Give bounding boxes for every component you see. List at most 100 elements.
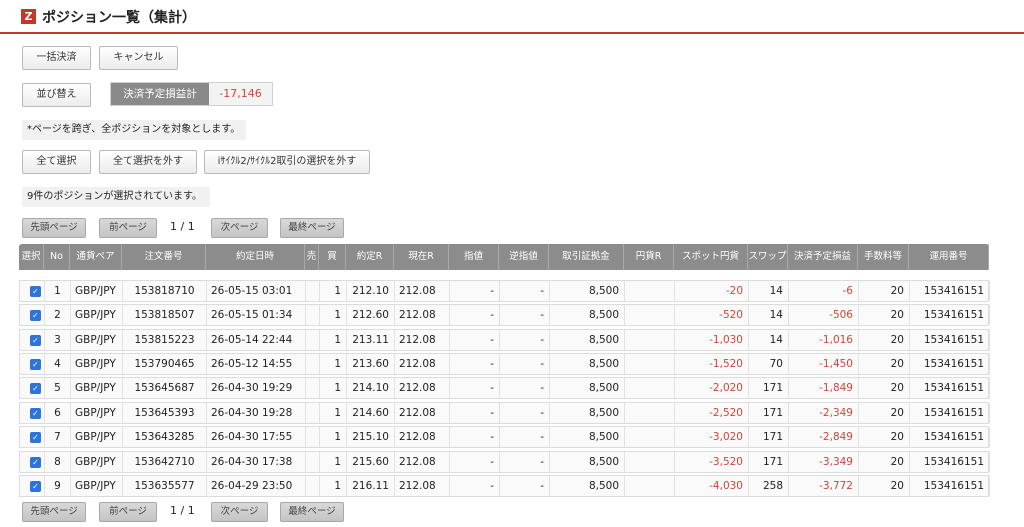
- column-header-no: No: [44, 244, 70, 270]
- column-header-select: 選択: [19, 244, 44, 270]
- cell-current-rate: 212.08: [395, 427, 450, 447]
- row-checkbox[interactable]: ✓: [30, 432, 41, 443]
- row-checkbox[interactable]: ✓: [30, 310, 41, 321]
- cell-datetime: 26-04-30 19:29: [207, 378, 306, 398]
- row-checkbox[interactable]: ✓: [30, 481, 41, 492]
- bulk-settle-button[interactable]: 一括決済: [22, 46, 91, 70]
- table-header: 選択 No 通貨ペア 注文番号 約定日時売買約定R 現在R 指値 逆指値 取引証拠金 円貨R スポッ…: [19, 244, 989, 270]
- cell-swap: 14: [749, 281, 789, 301]
- cell-settlement-pl: -1,849: [789, 378, 859, 398]
- row-checkbox[interactable]: ✓: [30, 383, 41, 394]
- cross-page-notice: *ページを跨ぎ、全ポジションを対象とします。: [22, 120, 246, 140]
- row-select-cell: ✓: [20, 476, 45, 496]
- row-checkbox[interactable]: ✓: [30, 408, 41, 419]
- cell-order-number: 153635577: [123, 476, 207, 496]
- cell-datetime: 26-05-15 01:34: [207, 305, 306, 325]
- cell-sell: [306, 281, 320, 301]
- cell-fill-rate: 213.11: [347, 330, 395, 350]
- first-page-button[interactable]: 先頭ページ: [22, 218, 86, 238]
- cell-spot-yen: -20: [675, 281, 749, 301]
- table-row[interactable]: ✓ 4 GBP/JPY 153790465 26-05-12 14:55 1 213.60 2…: [19, 353, 990, 375]
- prev-page-button-bottom[interactable]: 前ページ: [99, 502, 157, 522]
- table-row[interactable]: ✓ 9 GBP/JPY 153635577 26-04-29 23:50 1 216.11 2…: [19, 475, 990, 497]
- cell-pair: GBP/JPY: [71, 403, 123, 423]
- table-row[interactable]: ✓ 6 GBP/JPY 153645393 26-04-30 19:28 1 214.60 2…: [19, 402, 990, 424]
- row-checkbox[interactable]: ✓: [30, 359, 41, 370]
- cell-datetime: 26-04-30 17:38: [207, 452, 306, 472]
- row-select-cell: ✓: [20, 452, 45, 472]
- table-row[interactable]: ✓ 8 GBP/JPY 153642710 26-04-30 17:38 1 215.60 2…: [19, 451, 990, 473]
- table-row[interactable]: ✓ 1 GBP/JPY 153818710 26-05-15 03:01 1 212.10 2…: [19, 280, 990, 302]
- cell-order-number: 153645687: [123, 378, 207, 398]
- cell-stop: -: [500, 403, 550, 423]
- cell-no: 7: [45, 427, 71, 447]
- cell-order-number: 153642710: [123, 452, 207, 472]
- table-row[interactable]: ✓ 2 GBP/JPY 153818507 26-05-15 01:34 1 212.60 2…: [19, 304, 990, 326]
- column-header-yen-rate: 円貨R: [624, 244, 674, 270]
- row-checkbox[interactable]: ✓: [30, 457, 41, 468]
- cell-limit: -: [450, 281, 500, 301]
- last-page-button-bottom[interactable]: 最終ページ: [280, 502, 344, 522]
- sort-button[interactable]: 並び替え: [22, 83, 91, 107]
- cell-operation-number: 153416151: [910, 476, 990, 496]
- cell-order-number: 153818710: [123, 281, 207, 301]
- next-page-button[interactable]: 次ページ: [211, 218, 268, 238]
- next-page-button-bottom[interactable]: 次ページ: [211, 502, 268, 522]
- column-header-settlement-pl: 決済予定損益: [788, 244, 858, 270]
- cell-fill-rate: 214.60: [347, 403, 395, 423]
- cell-yen-rate: [625, 378, 675, 398]
- row-checkbox[interactable]: ✓: [30, 286, 41, 297]
- cell-no: 8: [45, 452, 71, 472]
- cell-operation-number: 153416151: [910, 403, 990, 423]
- cell-datetime: 26-05-12 14:55: [207, 354, 306, 374]
- cell-current-rate: 212.08: [395, 403, 450, 423]
- cell-operation-number: 153416151: [910, 354, 990, 374]
- cell-buy: 1: [320, 452, 347, 472]
- cell-buy: 1: [320, 476, 347, 496]
- cell-swap: 70: [749, 354, 789, 374]
- select-all-button[interactable]: 全て選択: [22, 150, 91, 174]
- cell-sell: [306, 427, 320, 447]
- cell-yen-rate: [625, 427, 675, 447]
- brand-logo-icon: Z: [21, 9, 36, 24]
- cancel-button[interactable]: キャンセル: [99, 46, 178, 70]
- cell-limit: -: [450, 403, 500, 423]
- row-checkbox[interactable]: ✓: [30, 335, 41, 346]
- deselect-cycle-button[interactable]: iｻｲｸﾙ2/ｻｲｸﾙ2取引の選択を外す: [204, 150, 370, 174]
- cell-settlement-pl: -3,349: [789, 452, 859, 472]
- cell-datetime: 26-05-15 03:01: [207, 281, 306, 301]
- cell-order-number: 153790465: [123, 354, 207, 374]
- cell-pair: GBP/JPY: [71, 378, 123, 398]
- cell-no: 9: [45, 476, 71, 496]
- row-select-cell: ✓: [20, 281, 45, 301]
- deselect-all-button[interactable]: 全て選択を外す: [99, 150, 197, 174]
- cell-stop: -: [500, 378, 550, 398]
- cell-operation-number: 153416151: [910, 452, 990, 472]
- last-page-button[interactable]: 最終ページ: [280, 218, 344, 238]
- cell-no: 6: [45, 403, 71, 423]
- first-page-button-bottom[interactable]: 先頭ページ: [22, 502, 86, 522]
- cell-current-rate: 212.08: [395, 281, 450, 301]
- cell-current-rate: 212.08: [395, 476, 450, 496]
- cell-limit: -: [450, 330, 500, 350]
- cell-pair: GBP/JPY: [71, 427, 123, 447]
- column-header-stop: 逆指値: [499, 244, 549, 270]
- column-header-current-rate: 現在R: [394, 244, 449, 270]
- cell-pair: GBP/JPY: [71, 281, 123, 301]
- page-indicator: 1 / 1: [170, 220, 195, 233]
- column-header-fill-rate: 約定R: [346, 244, 394, 270]
- cell-limit: -: [450, 452, 500, 472]
- table-row[interactable]: ✓ 7 GBP/JPY 153643285 26-04-30 17:55 1 215.10 2…: [19, 426, 990, 448]
- cell-stop: -: [500, 330, 550, 350]
- cell-operation-number: 153416151: [910, 305, 990, 325]
- prev-page-button[interactable]: 前ページ: [99, 218, 157, 238]
- cell-limit: -: [450, 305, 500, 325]
- cell-no: 1: [45, 281, 71, 301]
- table-row[interactable]: ✓ 3 GBP/JPY 153815223 26-05-14 22:44 1 213.11 2…: [19, 329, 990, 351]
- table-row[interactable]: ✓ 5 GBP/JPY 153645687 26-04-30 19:29 1 214.10 2…: [19, 377, 990, 399]
- row-select-cell: ✓: [20, 403, 45, 423]
- cell-yen-rate: [625, 305, 675, 325]
- column-header-swap: スワップ: [748, 244, 788, 270]
- cell-fill-rate: 216.11: [347, 476, 395, 496]
- cell-current-rate: 212.08: [395, 330, 450, 350]
